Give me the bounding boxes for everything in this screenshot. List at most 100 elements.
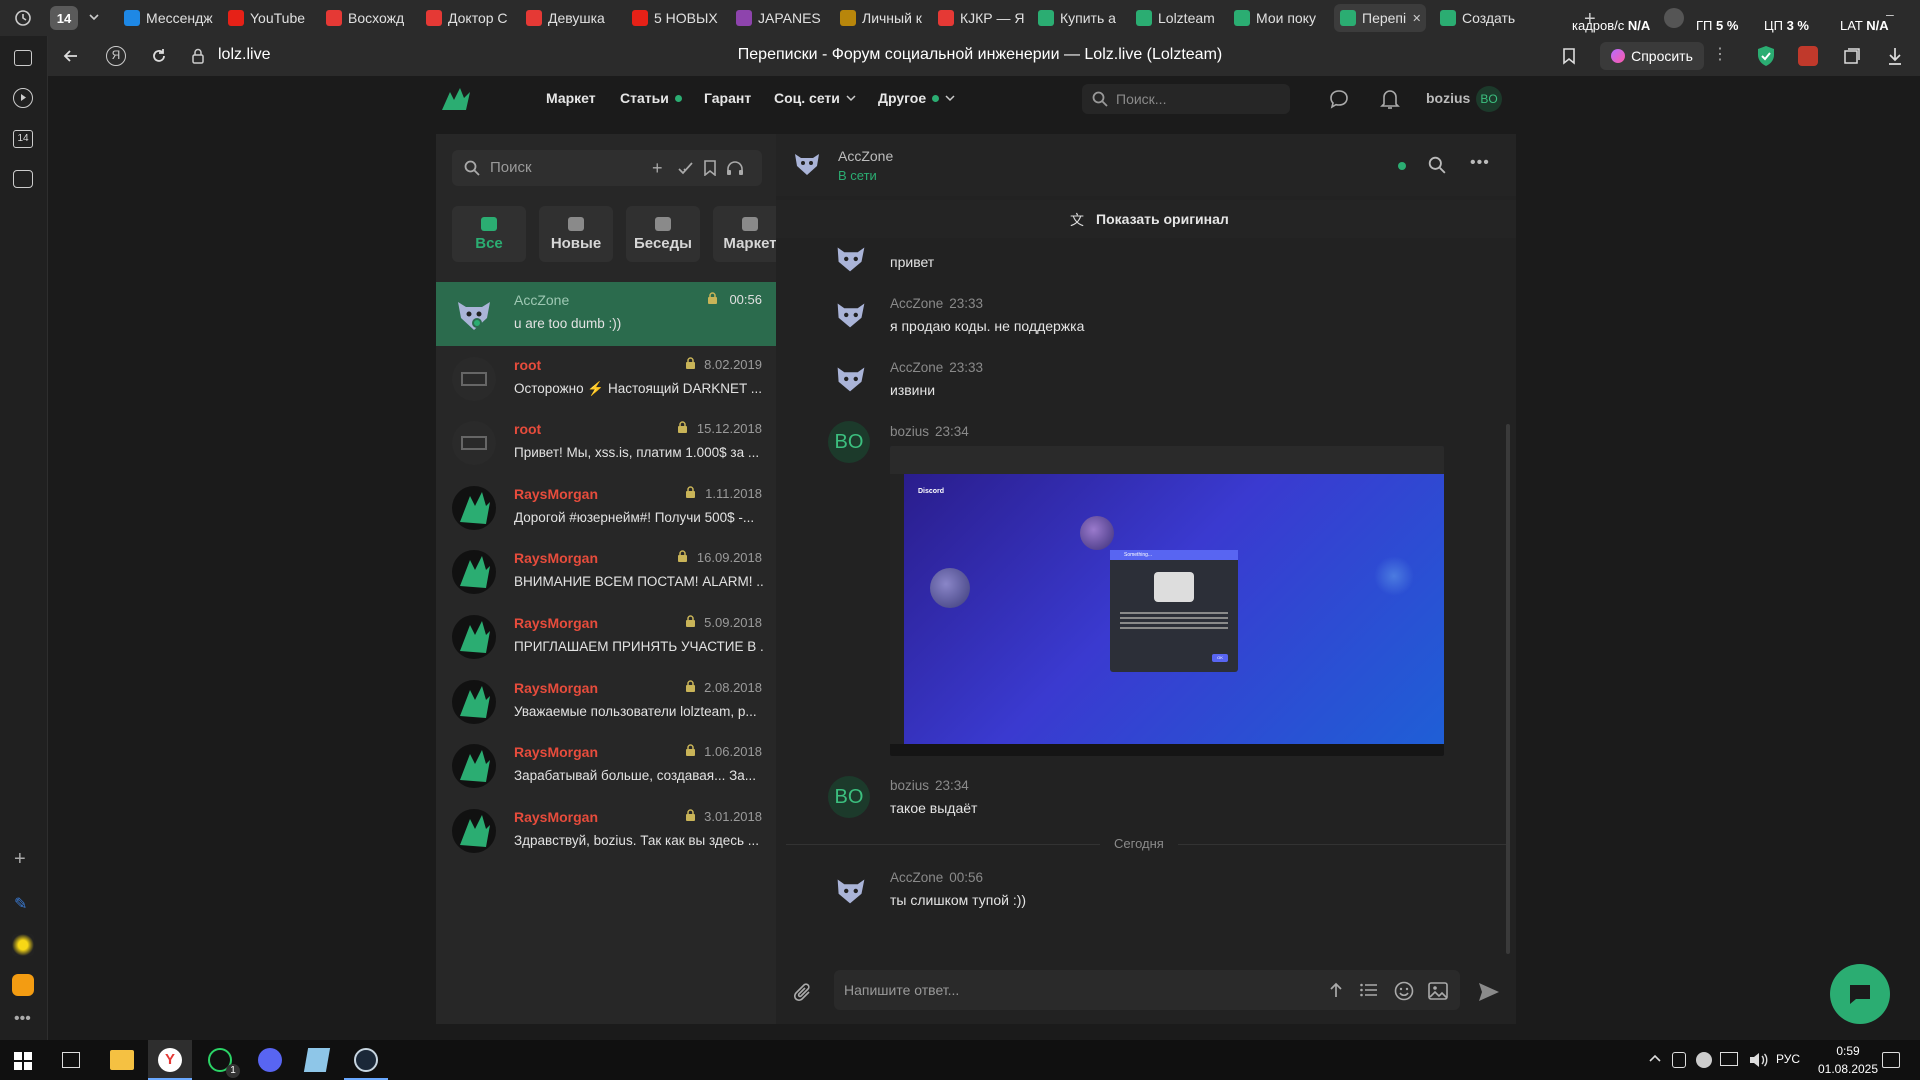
conversation-item[interactable]: RaysMorgan 1.06.2018 Зарабатывай больше, с…: [436, 734, 776, 798]
conversation-name[interactable]: RaysMorgan: [514, 680, 598, 696]
yandex-browser-icon[interactable]: Y: [148, 1040, 192, 1080]
ask-button[interactable]: Спросить: [1600, 42, 1704, 70]
tabs-dropdown-icon[interactable]: [88, 11, 100, 23]
bookmark-icon[interactable]: [704, 160, 716, 176]
message-author[interactable]: bozius 23:34: [890, 778, 969, 793]
floating-chat-button[interactable]: [1830, 964, 1890, 1024]
conversation-name[interactable]: AccZone: [514, 292, 569, 308]
download-icon[interactable]: [1886, 46, 1904, 66]
volume-icon[interactable]: [1748, 1051, 1768, 1069]
more-menu-icon[interactable]: ⋮: [1712, 44, 1728, 64]
nav-3[interactable]: Соц. сети: [774, 90, 856, 106]
collections-icon[interactable]: [1842, 46, 1862, 66]
lolz-logo-icon[interactable]: [440, 86, 476, 112]
browser-tab[interactable]: Девушка: [520, 4, 616, 32]
search-icon[interactable]: [1428, 156, 1446, 174]
conversation-name[interactable]: root: [514, 357, 541, 373]
browser-tab[interactable]: Мои поку: [1228, 4, 1326, 32]
chat-menu-icon[interactable]: •••: [1470, 154, 1490, 172]
acczone-avatar[interactable]: [830, 356, 872, 398]
new-conversation-icon[interactable]: +: [652, 158, 663, 179]
attached-screenshot[interactable]: Discord Something... OK: [890, 446, 1444, 756]
message-author[interactable]: bozius 23:34: [890, 424, 969, 439]
tray-chevron-icon[interactable]: [1648, 1052, 1662, 1066]
user-avatar[interactable]: BO: [1476, 86, 1502, 112]
tabs-panel-icon[interactable]: [14, 50, 32, 66]
browser-tab[interactable]: Личный к: [834, 4, 924, 32]
bozius-avatar[interactable]: BO: [828, 421, 870, 463]
conversation-item[interactable]: RaysMorgan 3.01.2018 Здравствуй, bozius. Т…: [436, 799, 776, 863]
mark-read-icon[interactable]: [678, 160, 694, 176]
windows-start-icon[interactable]: [14, 1052, 32, 1070]
conversation-item[interactable]: root 15.12.2018 Привет! Мы, xss.is, платим…: [436, 411, 776, 475]
clock-date[interactable]: 01.08.2025: [1806, 1062, 1890, 1076]
clock-time[interactable]: 0:59: [1818, 1044, 1878, 1058]
screenshot-icon[interactable]: [13, 170, 33, 188]
avatar[interactable]: [1664, 8, 1684, 28]
explorer-icon[interactable]: [110, 1050, 134, 1070]
url-field[interactable]: lolz.live: [218, 46, 270, 64]
message-author[interactable]: AccZone 23:33: [890, 296, 983, 311]
conversation-name[interactable]: RaysMorgan: [514, 615, 598, 631]
acczone-avatar[interactable]: [830, 868, 872, 910]
add-icon[interactable]: +: [14, 848, 26, 871]
reload-icon[interactable]: [150, 47, 168, 65]
acczone-avatar[interactable]: [830, 236, 872, 278]
more-dots-icon[interactable]: •••: [14, 1010, 31, 1028]
image-icon[interactable]: [1428, 981, 1448, 1001]
browser-tab[interactable]: YouTube: [222, 4, 314, 32]
category-tab-0[interactable]: Все: [452, 206, 526, 262]
browser-tab[interactable]: Перепі ✕: [1334, 4, 1426, 32]
chat-icon[interactable]: [1328, 88, 1350, 110]
nav-4[interactable]: Другое: [878, 90, 955, 106]
browser-tab[interactable]: Восхожд: [320, 4, 412, 32]
browser-tab[interactable]: Создать: [1434, 4, 1534, 32]
conversation-item[interactable]: RaysMorgan 16.09.2018 ВНИМАНИЕ ВСЕМ ПОСТАМ…: [436, 540, 776, 604]
conversation-item[interactable]: AccZone 00:56 u are too dumb :)): [436, 282, 776, 346]
browser-tab[interactable]: Lolzteam: [1130, 4, 1220, 32]
task-view-icon[interactable]: [62, 1052, 80, 1068]
calendar-badge[interactable]: 14: [13, 130, 33, 148]
browser-tab[interactable]: Доктор С: [420, 4, 512, 32]
message-author[interactable]: AccZone 00:56: [890, 870, 983, 885]
headphones-icon[interactable]: [726, 160, 744, 176]
notepad-icon[interactable]: [303, 1048, 331, 1072]
bozius-avatar[interactable]: BO: [828, 776, 870, 818]
site-search[interactable]: Поиск...: [1082, 84, 1290, 114]
message-author[interactable]: AccZone 23:33: [890, 360, 983, 375]
show-original-bar[interactable]: 文 Показать оригинал: [776, 200, 1516, 238]
nav-2[interactable]: Гарант: [704, 90, 751, 106]
notifications-icon[interactable]: [1882, 1052, 1900, 1068]
bell-icon[interactable]: [1380, 88, 1400, 110]
browser-tab[interactable]: 5 НОВЫХ: [626, 4, 722, 32]
feather-icon[interactable]: ✎: [14, 894, 27, 914]
tray-steam-icon[interactable]: [1696, 1052, 1712, 1068]
browser-tab[interactable]: JAPANES: [730, 4, 826, 32]
conversation-name[interactable]: root: [514, 421, 541, 437]
discord-icon[interactable]: [258, 1048, 282, 1072]
reply-input[interactable]: Напишите ответ...: [834, 970, 1460, 1010]
window-minimize-icon[interactable]: –: [1886, 6, 1894, 22]
nav-0[interactable]: Маркет: [546, 90, 596, 106]
attach-icon[interactable]: [794, 982, 814, 1004]
upload-icon[interactable]: [1328, 981, 1344, 999]
emoji-icon[interactable]: [1394, 981, 1414, 1001]
protect-shield-icon[interactable]: [1756, 45, 1776, 67]
history-icon[interactable]: [14, 9, 32, 27]
conversation-item[interactable]: RaysMorgan 2.08.2018 Уважаемые пользовател…: [436, 670, 776, 734]
network-icon[interactable]: [1720, 1052, 1738, 1066]
conv-search[interactable]: Поиск +: [452, 150, 762, 186]
acczone-avatar[interactable]: [830, 292, 872, 334]
back-icon[interactable]: [62, 47, 80, 65]
browser-tab[interactable]: КJКР — Я: [932, 4, 1024, 32]
tray-app-icon[interactable]: [1672, 1052, 1686, 1068]
tab-count-badge[interactable]: 14: [50, 6, 78, 30]
extension-icon[interactable]: [1798, 46, 1818, 66]
contact-avatar[interactable]: [792, 148, 822, 178]
bookmark-icon[interactable]: [1562, 47, 1576, 65]
conversation-name[interactable]: RaysMorgan: [514, 550, 598, 566]
conversation-item[interactable]: RaysMorgan 5.09.2018 ПРИГЛАШАЕМ ПРИНЯТЬ УЧ…: [436, 605, 776, 669]
username[interactable]: bozius: [1426, 90, 1470, 106]
conversation-item[interactable]: RaysMorgan 1.11.2018 Дорогой #юзернейм#! П…: [436, 476, 776, 540]
category-tab-1[interactable]: Новые: [539, 206, 613, 262]
